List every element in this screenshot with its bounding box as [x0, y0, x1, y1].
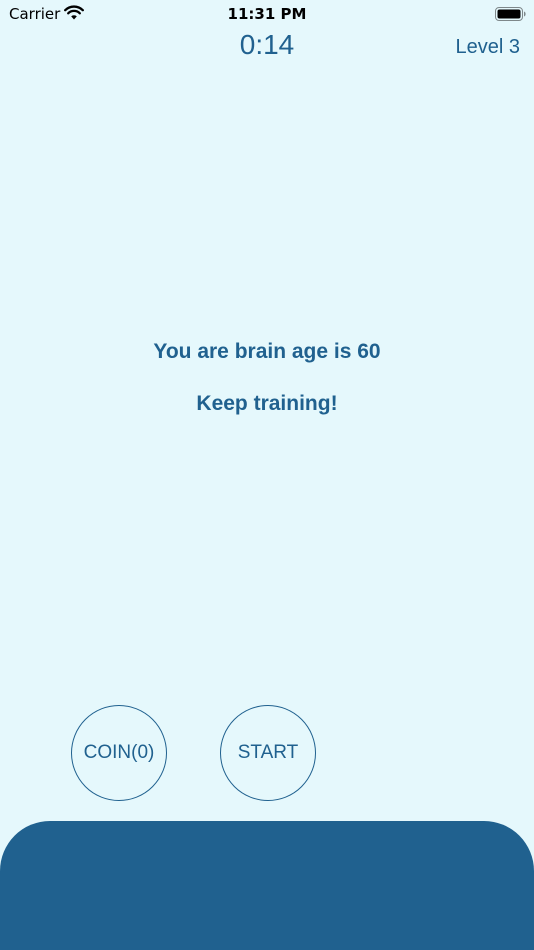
start-button[interactable]: START [220, 705, 316, 801]
bottom-panel [0, 821, 534, 950]
brain-age-result: You are brain age is 60 [153, 340, 381, 363]
coin-button[interactable]: COIN(0) [71, 705, 167, 801]
status-bar: Carrier 11:31 PM [0, 0, 534, 28]
battery-full-icon [495, 7, 526, 21]
level-indicator: Level 3 [455, 36, 521, 58]
encouragement-text: Keep training! [196, 392, 338, 415]
status-time: 11:31 PM [227, 5, 307, 23]
game-timer: 0:14 [239, 29, 295, 60]
